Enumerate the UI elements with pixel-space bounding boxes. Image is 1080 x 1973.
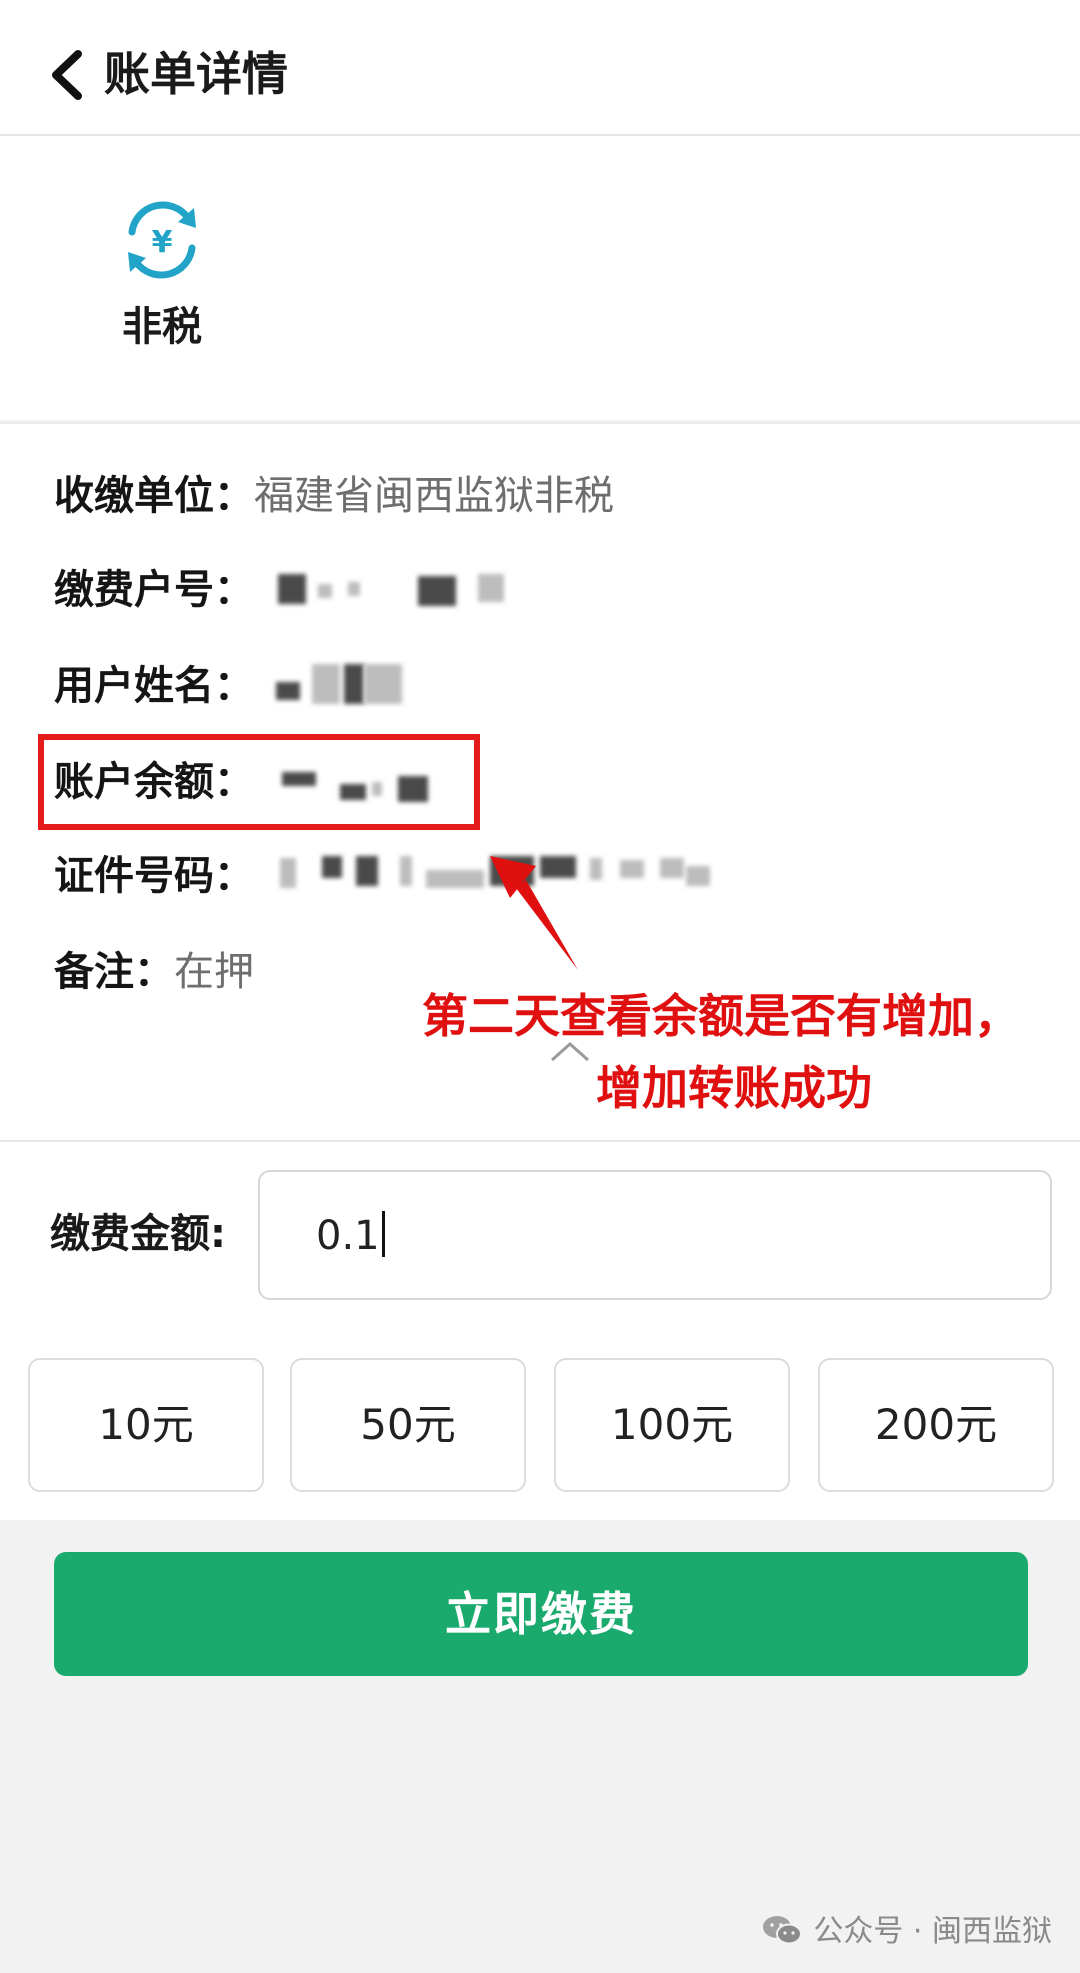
annotation-line-2: 增加转账成功	[596, 1061, 872, 1115]
page-title: 账单详情	[104, 47, 288, 101]
currency-exchange-icon: ¥	[128, 201, 196, 279]
amount-label: 缴费金额:	[50, 1211, 226, 1257]
remark-label: 备注：	[54, 949, 174, 995]
user-name-label: 用户姓名：	[54, 663, 254, 709]
wechat-icon	[763, 1916, 803, 1945]
quick-amount-100[interactable]: 100元	[554, 1358, 790, 1492]
header-bar: 账单详情	[0, 0, 1080, 136]
amount-input[interactable]: 0.1	[258, 1170, 1052, 1300]
annotation-line-1: 第二天查看余额是否有增加，	[422, 989, 1020, 1043]
back-arrow-icon[interactable]	[46, 50, 90, 100]
quick-amount-50[interactable]: 50元	[290, 1358, 526, 1492]
text-cursor	[381, 1211, 385, 1257]
svg-text:¥: ¥	[152, 225, 173, 260]
collection-unit-value: 福建省闽西监狱非税	[254, 473, 614, 519]
row-user-name: 用户姓名：	[54, 658, 254, 714]
row-account-number: 缴费户号：	[54, 562, 254, 618]
remark-value: 在押	[174, 949, 254, 995]
watermark-text: 公众号 · 闽西监狱	[813, 1914, 1052, 1949]
balance-highlight-box	[38, 734, 480, 830]
row-collection-unit: 收缴单位：福建省闽西监狱非税	[54, 468, 614, 524]
id-number-label: 证件号码：	[54, 853, 254, 899]
pay-now-button[interactable]: 立即缴费	[54, 1552, 1028, 1676]
row-remark: 备注：在押	[54, 944, 254, 1000]
watermark: 公众号 · 闽西监狱	[761, 1910, 1052, 1954]
row-id-number: 证件号码：	[54, 848, 254, 904]
quick-amount-200[interactable]: 200元	[818, 1358, 1054, 1492]
amount-input-value: 0.1	[316, 1213, 380, 1259]
quick-amount-10[interactable]: 10元	[28, 1358, 264, 1492]
bill-type-label: 非税	[122, 304, 202, 350]
collection-unit-label: 收缴单位：	[54, 473, 254, 519]
account-number-label: 缴费户号：	[54, 567, 254, 613]
